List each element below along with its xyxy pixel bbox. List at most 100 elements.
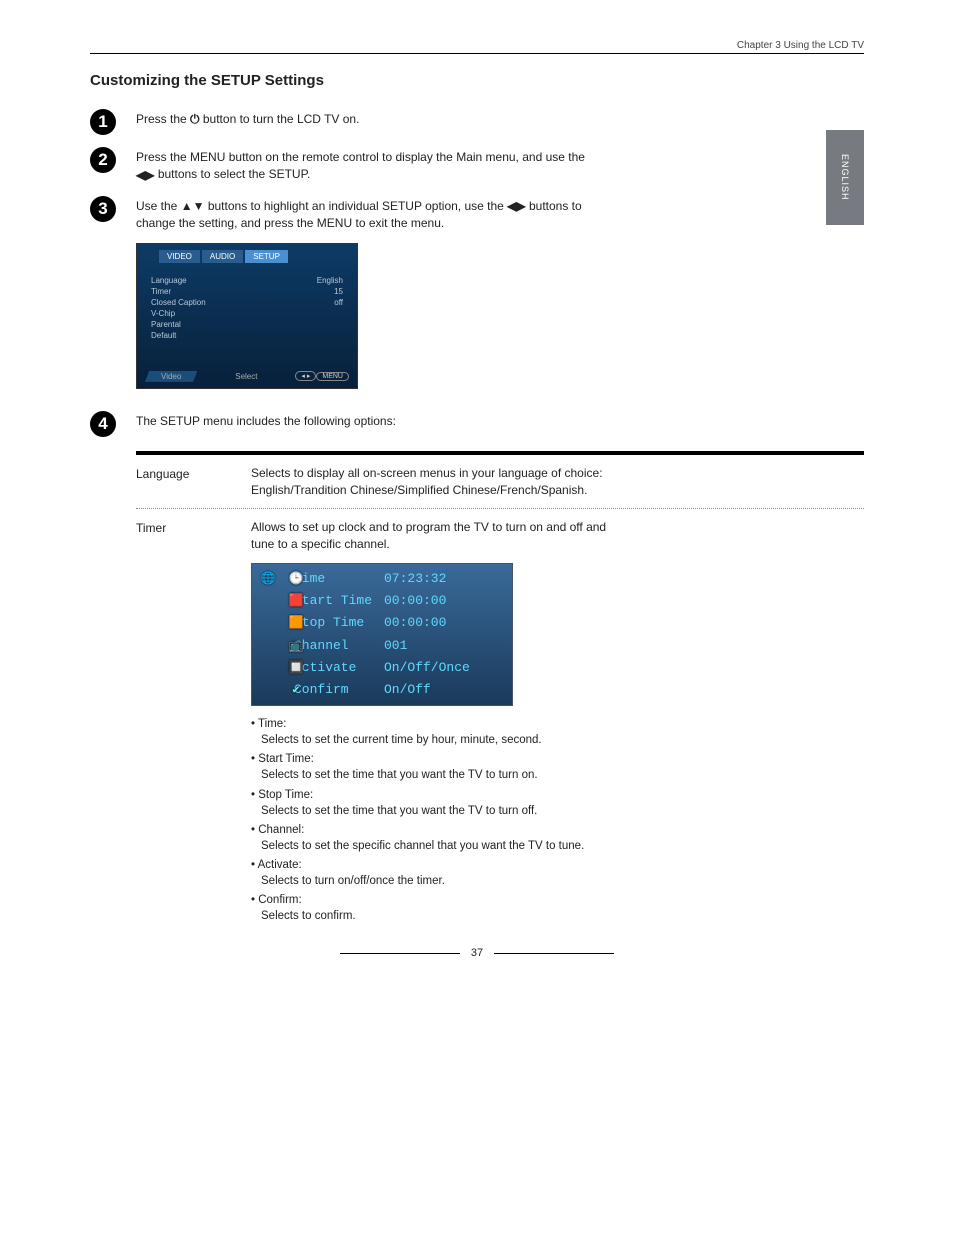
osd-row: LanguageEnglish <box>151 275 343 286</box>
sub-title: Channel: <box>251 822 621 838</box>
timer-row-value: On/Off/Once <box>384 659 470 677</box>
right-arrow-icon: ▶ <box>516 198 525 215</box>
sub-desc: Selects to turn on/off/once the timer. <box>251 873 621 889</box>
step-4-text: The SETUP menu includes the following op… <box>136 413 596 430</box>
sub-desc: Selects to set the time that you want th… <box>251 767 621 783</box>
osd-tabs: VIDEO AUDIO SETUP <box>137 244 357 269</box>
text: Use the <box>136 199 181 213</box>
osd-footer: Video Select ◂ ▸ MENU <box>137 369 357 384</box>
sub-bullet: Stop Time:Selects to set the time that y… <box>251 787 621 819</box>
text: option, use the <box>425 199 507 213</box>
timer-row: 🔲 Activate On/Off/Once <box>258 657 506 679</box>
text: The <box>136 414 160 428</box>
osd-tab-audio: AUDIO <box>202 250 243 263</box>
manual-page: Chapter 3 Using the LCD TV Customizing t… <box>0 0 954 999</box>
section-title: Customizing the SETUP Settings <box>90 72 864 89</box>
timer-row-label: Time <box>294 570 384 588</box>
confirm-icon: ✔ <box>286 682 306 698</box>
text: Press the <box>136 150 190 164</box>
blank-icon <box>258 615 278 631</box>
up-arrow-icon: ▲ <box>181 198 193 215</box>
text: menu includes the following options: <box>203 414 396 428</box>
timer-row-value: 00:00:00 <box>384 592 446 610</box>
option-language-row: Language Selects to display all on-scree… <box>136 455 864 510</box>
sub-title: Confirm: <box>251 892 621 908</box>
timer-row-value: 00:00:00 <box>384 614 446 632</box>
osd-row: Timer 15 <box>151 286 343 297</box>
start-icon: 🟥 <box>286 593 306 609</box>
sub-desc: Selects to confirm. <box>251 908 621 924</box>
blank-icon <box>258 660 278 676</box>
blank-icon <box>258 682 278 698</box>
option-timer-row: Timer Allows to set up clock and to prog… <box>136 509 864 937</box>
sub-bullet: Confirm:Selects to confirm. <box>251 892 621 924</box>
osd-row: Parental <box>151 319 343 330</box>
osd-row: Closed Caption off <box>151 297 343 308</box>
sub-desc: Selects to set the specific channel that… <box>251 838 621 854</box>
step-3: 3 Use the ▲▼ buttons to highlight an ind… <box>90 198 864 233</box>
timer-osd-screenshot: 🌐 🕒 Time 07:23:32 🟥 Start Time 00:00:00 … <box>251 563 513 706</box>
left-arrow-icon: ◀ <box>136 167 145 184</box>
osd-row-label: Default <box>151 331 176 340</box>
step-2-text: Press the MENU button on the remote cont… <box>136 149 596 184</box>
timer-row: 📺 Channel 001 <box>258 635 506 657</box>
osd-row-value: English <box>317 276 343 285</box>
power-icon: ⏻ <box>190 111 200 128</box>
option-label: Language <box>136 465 251 499</box>
setup-label: SETUP <box>269 167 307 181</box>
timer-row: 🟥 Start Time 00:00:00 <box>258 590 506 612</box>
timer-desc-text: Allows to set up clock and to program th… <box>251 519 621 553</box>
timer-row: ✔ Confirm On/Off <box>258 679 506 701</box>
sub-title: Activate: <box>251 857 621 873</box>
timer-row-value: On/Off <box>384 681 431 699</box>
step-1-text: Press the ⏻ button to turn the LCD TV on… <box>136 111 596 129</box>
osd-tab-video: VIDEO <box>159 250 200 263</box>
timer-row-label: Activate <box>294 659 384 677</box>
step-2: 2 Press the MENU button on the remote co… <box>90 149 864 184</box>
step-1: 1 Press the ⏻ button to turn the LCD TV … <box>90 111 864 135</box>
osd-row-label: Closed Caption <box>151 298 206 307</box>
text: to exit the menu. <box>355 216 444 230</box>
setup-label: SETUP <box>160 414 200 428</box>
sub-title: Time: <box>251 716 621 732</box>
blank-icon <box>258 638 278 654</box>
step-number-icon: 2 <box>90 147 116 173</box>
option-desc: Selects to display all on-screen menus i… <box>251 465 621 499</box>
osd-footer-left: Video <box>145 371 197 382</box>
osd-tab-setup: SETUP <box>245 250 288 263</box>
sub-title: Stop Time: <box>251 787 621 803</box>
timer-row-label: Start Time <box>294 592 384 610</box>
text: buttons to select the <box>158 167 269 181</box>
step-4: 4 The SETUP menu includes the following … <box>90 413 864 437</box>
osd-footer-lr-button: ◂ ▸ <box>295 371 316 381</box>
setup-label: SETUP <box>382 199 422 213</box>
timer-row-label: Channel <box>294 637 384 655</box>
text: . <box>307 167 310 181</box>
step-number-icon: 1 <box>90 109 116 135</box>
options-table: Language Selects to display all on-scree… <box>136 451 864 937</box>
timer-sub-bullets: Time:Selects to set the current time by … <box>251 716 621 924</box>
down-arrow-icon: ▼ <box>193 198 205 215</box>
osd-row: V-Chip <box>151 308 343 319</box>
osd-footer-menu-button: MENU <box>316 372 349 381</box>
activate-icon: 🔲 <box>286 660 306 676</box>
right-arrow-icon: ▶ <box>145 167 154 184</box>
timer-row: 🟧 Stop Time 00:00:00 <box>258 612 506 634</box>
stop-icon: 🟧 <box>286 615 306 631</box>
page-number-value: 37 <box>471 947 483 959</box>
osd-row-value: 15 <box>334 287 343 296</box>
option-desc: Allows to set up clock and to program th… <box>251 519 621 927</box>
text: buttons to highlight an individual <box>208 199 382 213</box>
osd-row: Default <box>151 330 343 341</box>
sub-bullet: Time:Selects to set the current time by … <box>251 716 621 748</box>
osd-row-value: off <box>334 298 343 307</box>
timer-row-value: 07:23:32 <box>384 570 446 588</box>
menu-label: MENU <box>317 216 352 230</box>
timer-row-label: Confirm <box>294 681 384 699</box>
osd-row-label: Timer <box>151 287 171 296</box>
text: button to turn the LCD TV on. <box>203 112 360 126</box>
globe-icon: 🌐 <box>258 571 278 587</box>
sub-bullet: Channel:Selects to set the specific chan… <box>251 822 621 854</box>
step-number-icon: 4 <box>90 411 116 437</box>
option-label: Timer <box>136 519 251 927</box>
